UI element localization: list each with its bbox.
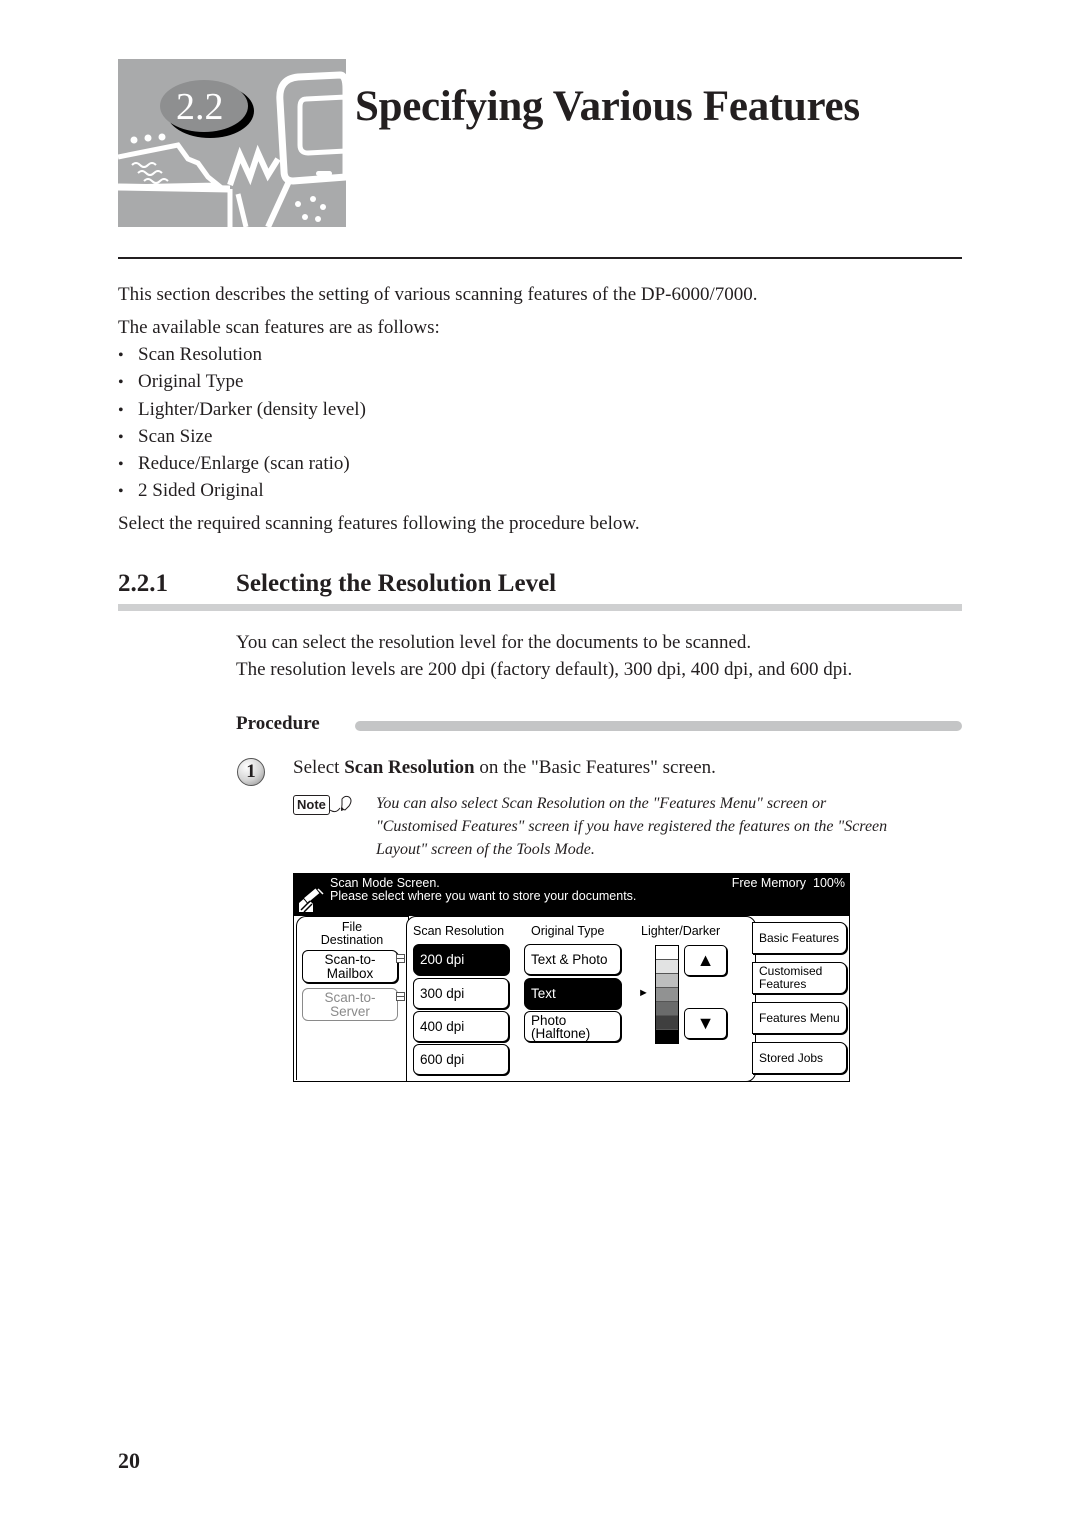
- scan-resolution-label: Scan Resolution: [413, 924, 505, 938]
- step-instruction: Select Scan Resolution on the "Basic Fea…: [293, 757, 716, 778]
- scan-mode-icon: [299, 888, 324, 913]
- chapter-illustration: 2.2: [118, 59, 346, 227]
- bullet-icon: •: [118, 347, 124, 364]
- density-level: [656, 974, 678, 988]
- note-badge: Note: [293, 795, 354, 815]
- density-scale: [655, 945, 679, 1044]
- resolution-300-button[interactable]: 300 dpi: [413, 978, 509, 1009]
- features-intro: The available scan features are as follo…: [118, 317, 440, 338]
- resolution-400-button[interactable]: 400 dpi: [413, 1011, 509, 1042]
- bullet-icon: •: [118, 401, 124, 419]
- panel-header: Scan Mode Screen. Please select where yo…: [294, 874, 849, 916]
- screen-instruction: Please select where you want to store yo…: [330, 889, 637, 903]
- file-destination-tab: File Destination Scan-to- Mailbox Scan-to…: [296, 916, 409, 1080]
- file-destination-label: File Destination: [320, 920, 384, 947]
- bullet-icon: •: [118, 456, 124, 474]
- density-level: [656, 946, 678, 960]
- basic-features-tab: Scan Resolution 200 dpi 300 dpi 400 dpi …: [406, 916, 756, 1082]
- free-memory: Free Memory 100%: [731, 876, 845, 890]
- bullet-icon: •: [118, 428, 124, 446]
- original-type-label: Original Type: [531, 924, 605, 938]
- resolution-200-button[interactable]: 200 dpi: [413, 944, 509, 975]
- lighter-darker-label: Lighter/Darker: [641, 924, 721, 938]
- section-number: 2.2.1: [118, 570, 168, 597]
- customised-features-tab-button[interactable]: Customised Features: [752, 962, 847, 994]
- list-item: • Lighter/Darker (density level): [118, 396, 366, 423]
- arrow-down-icon: ▼: [696, 1013, 715, 1033]
- list-item: • 2 Sided Original: [118, 477, 366, 504]
- list-item: • Reduce/Enlarge (scan ratio): [118, 450, 366, 477]
- scan-mode-screen: Scan Mode Screen. Please select where yo…: [293, 873, 850, 1082]
- procedure-intro: Select the required scanning features fo…: [118, 513, 640, 534]
- note-label: Note: [293, 795, 330, 815]
- chapter-number: 2.2: [176, 86, 224, 128]
- feature-list: • Scan Resolution • Original Type • Lighter…: [118, 341, 366, 505]
- density-level: [656, 960, 678, 974]
- arrow-up-icon: ▲: [696, 950, 715, 970]
- section-divider: [118, 604, 962, 611]
- bullet-icon: •: [118, 483, 124, 501]
- note-pen-icon: [329, 795, 352, 813]
- section-title: Selecting the Resolution Level: [236, 570, 557, 597]
- density-marker-icon: ►: [638, 986, 649, 999]
- procedure-heading: Procedure: [236, 713, 320, 734]
- scan-to-server-button[interactable]: Scan-to- Server: [302, 988, 405, 1021]
- density-level: [656, 988, 678, 1002]
- screen-title: Scan Mode Screen.: [330, 876, 440, 890]
- lighter-up-button[interactable]: ▲: [684, 945, 727, 976]
- density-level: [656, 1016, 678, 1030]
- office-scene-icon: [118, 59, 346, 227]
- step-number-badge: 1: [237, 758, 265, 786]
- text-button[interactable]: Text: [524, 978, 621, 1009]
- resolution-600-button[interactable]: 600 dpi: [413, 1044, 509, 1075]
- basic-features-tab-button[interactable]: Basic Features: [752, 922, 847, 954]
- note-text: You can also select Scan Resolution on t…: [376, 795, 888, 858]
- text-and-photo-button[interactable]: Text & Photo: [524, 944, 621, 975]
- scan-to-mailbox-button[interactable]: Scan-to- Mailbox: [302, 950, 405, 983]
- density-level: [656, 1002, 678, 1016]
- section-paragraph: You can select the resolution level for …: [236, 632, 752, 653]
- intro-paragraph: This section describes the setting of va…: [118, 284, 758, 305]
- folder-tab-icon: [396, 954, 405, 963]
- resolution-levels-paragraph: The resolution levels are 200 dpi (facto…: [236, 659, 853, 680]
- panel-body: File Destination Scan-to- Mailbox Scan-to…: [294, 916, 849, 1082]
- list-item: • Scan Size: [118, 423, 366, 450]
- procedure-bar: [355, 721, 962, 731]
- darker-down-button[interactable]: ▼: [684, 1008, 727, 1039]
- chapter-title: Specifying Various Features: [355, 83, 860, 130]
- photo-halftone-button[interactable]: Photo (Halftone): [524, 1011, 621, 1042]
- page-number: 20: [118, 1448, 140, 1473]
- list-item: • Original Type: [118, 368, 366, 395]
- density-level: [656, 1030, 678, 1043]
- header-divider: [118, 257, 962, 259]
- list-item: • Scan Resolution: [118, 341, 366, 368]
- stored-jobs-tab-button[interactable]: Stored Jobs: [752, 1042, 847, 1074]
- bullet-icon: •: [118, 374, 124, 392]
- features-menu-tab-button[interactable]: Features Menu: [752, 1002, 847, 1034]
- folder-tab-icon: [396, 992, 405, 1001]
